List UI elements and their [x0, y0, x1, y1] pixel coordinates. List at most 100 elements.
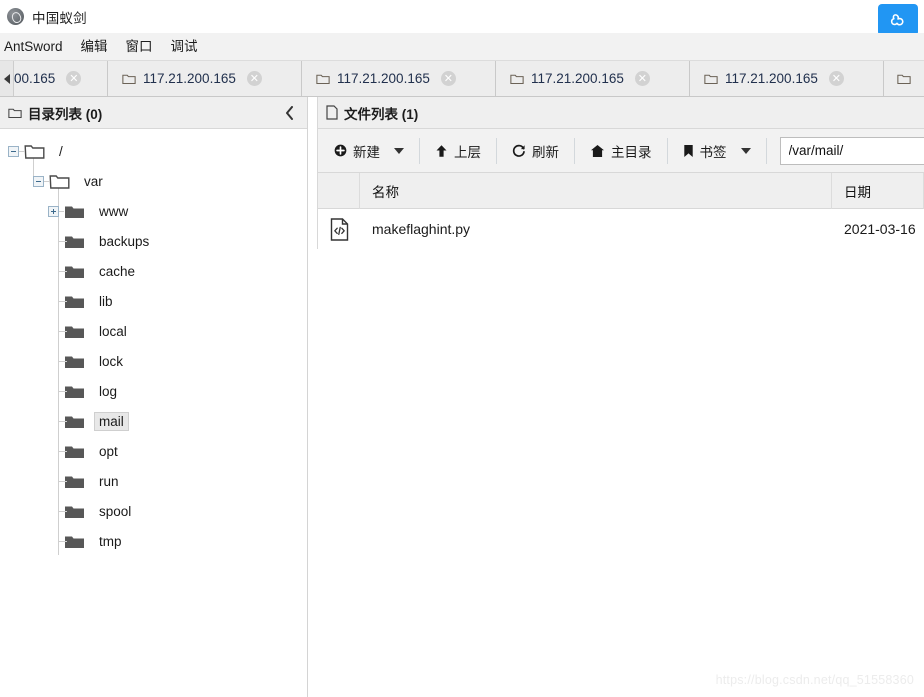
menu-item-window[interactable]: 窗口 [117, 33, 162, 61]
file-panel-header: 文件列表 (1) [317, 97, 924, 129]
file-date-cell: 2021-03-16 [844, 221, 916, 237]
path-input[interactable] [779, 136, 924, 165]
refresh-button[interactable]: 刷新 [502, 136, 569, 166]
tree-node-mail[interactable]: mail [0, 406, 307, 436]
menu-item-debug[interactable]: 调试 [162, 33, 207, 61]
tab-connection-1[interactable]: 117.21.200.165 ✕ [108, 61, 302, 96]
file-panel-title: 文件列表 (1) [344, 106, 419, 122]
tree-node-run[interactable]: run [0, 466, 307, 496]
code-file-icon [318, 209, 360, 249]
folder-solid-icon [64, 263, 85, 280]
home-directory-label: 主目录 [611, 144, 652, 160]
tree-node-label: opt [99, 443, 118, 459]
tab-close-icon[interactable]: ✕ [246, 71, 262, 86]
tree-node-label: tmp [99, 533, 122, 549]
tab-connection-0[interactable]: 00.165 ✕ [14, 61, 108, 96]
folder-solid-icon [64, 533, 85, 550]
antsword-logo-icon [7, 8, 24, 25]
tree-node-cache[interactable]: cache [0, 256, 307, 286]
folder-icon [897, 73, 911, 85]
tree-node-local[interactable]: local [0, 316, 307, 346]
tree-node-tmp[interactable]: tmp [0, 526, 307, 556]
tab-close-icon[interactable]: ✕ [66, 71, 82, 86]
tree-node-opt[interactable]: opt [0, 436, 307, 466]
tree-connector [58, 331, 67, 332]
tab-connection-4[interactable]: 117.21.200.165 ✕ [690, 61, 884, 96]
tree-node-lib[interactable]: lib [0, 286, 307, 316]
folder-open-outline-icon [24, 143, 45, 160]
tree-node-lock[interactable]: lock [0, 346, 307, 376]
tree-node-root[interactable]: / [0, 136, 307, 166]
tree-connector [59, 211, 64, 212]
refresh-icon [512, 144, 526, 158]
column-header-name[interactable]: 名称 [360, 172, 832, 209]
tab-connection-2[interactable]: 117.21.200.165 ✕ [302, 61, 496, 96]
folder-solid-icon [64, 503, 85, 520]
tab-label: 117.21.200.165 [143, 71, 236, 86]
folder-icon [8, 107, 22, 119]
directory-tree: / var www backups cache lib local lock l… [0, 129, 307, 556]
up-directory-label: 上层 [454, 144, 481, 160]
bookmark-button[interactable]: 书签 [673, 136, 761, 166]
folder-solid-icon [64, 473, 85, 490]
tab-scroll-left-button[interactable] [0, 61, 14, 96]
tab-close-icon[interactable]: ✕ [828, 71, 844, 86]
toolbar-separator [574, 137, 575, 164]
tree-connector [19, 151, 25, 152]
tree-node-backups[interactable]: backups [0, 226, 307, 256]
tab-connection-3[interactable]: 117.21.200.165 ✕ [496, 61, 690, 96]
tree-expander-minus-icon[interactable] [8, 145, 19, 157]
folder-icon [510, 73, 524, 85]
tree-connector [58, 391, 67, 392]
tab-close-icon[interactable]: ✕ [440, 71, 456, 86]
file-toolbar: 新建 上层 刷新 主目录 书签 /var/mail/ [317, 129, 924, 173]
tree-connector [58, 481, 67, 482]
folder-icon [316, 73, 330, 85]
column-header-date[interactable]: 日期 [832, 172, 924, 209]
new-button[interactable]: 新建 [324, 136, 414, 166]
column-header-icon [318, 172, 360, 209]
home-icon [590, 144, 605, 158]
tree-connector [58, 271, 67, 272]
menu-item-edit[interactable]: 编辑 [72, 33, 117, 61]
tree-node-label: www [99, 203, 129, 219]
folder-open-outline-icon [49, 173, 70, 190]
up-directory-button[interactable]: 上层 [425, 136, 491, 166]
tab-connection-5[interactable] [884, 61, 924, 96]
home-directory-button[interactable]: 主目录 [580, 136, 662, 166]
tree-node-log[interactable]: log [0, 376, 307, 406]
tree-expander-minus-icon[interactable] [33, 175, 44, 187]
collapse-panel-button[interactable] [279, 102, 299, 124]
folder-icon [122, 73, 136, 85]
bookmark-icon [683, 144, 694, 158]
tab-bar: 00.165 ✕ 117.21.200.165 ✕ 117.21.200.165… [0, 61, 924, 97]
tab-label: 117.21.200.165 [725, 71, 818, 86]
plus-circle-icon [334, 144, 347, 157]
tab-close-icon[interactable]: ✕ [634, 71, 650, 86]
file-table: 名称 日期 makeflaghint.py 2021-03-16 [317, 172, 924, 249]
table-row[interactable]: makeflaghint.py 2021-03-16 [318, 209, 924, 249]
baidu-logo-icon[interactable] [878, 4, 918, 36]
tree-node-spool[interactable]: spool [0, 496, 307, 526]
chevron-down-icon[interactable] [394, 147, 404, 154]
bookmark-label: 书签 [699, 144, 727, 160]
tree-node-www[interactable]: www [0, 196, 307, 226]
tree-expander-plus-icon[interactable] [48, 205, 59, 217]
arrow-up-icon [435, 144, 448, 158]
chevron-down-icon[interactable] [740, 147, 751, 154]
tree-node-label: log [99, 383, 118, 399]
tree-connector [58, 451, 67, 452]
tree-node-label: var [84, 173, 103, 189]
folder-solid-icon [64, 293, 85, 310]
menu-item-antsword[interactable]: AntSword [0, 33, 72, 61]
tree-node-var[interactable]: var [0, 166, 307, 196]
tree-node-label: spool [99, 503, 132, 519]
file-icon [326, 105, 338, 120]
window-title: 中国蚁剑 [32, 10, 87, 26]
